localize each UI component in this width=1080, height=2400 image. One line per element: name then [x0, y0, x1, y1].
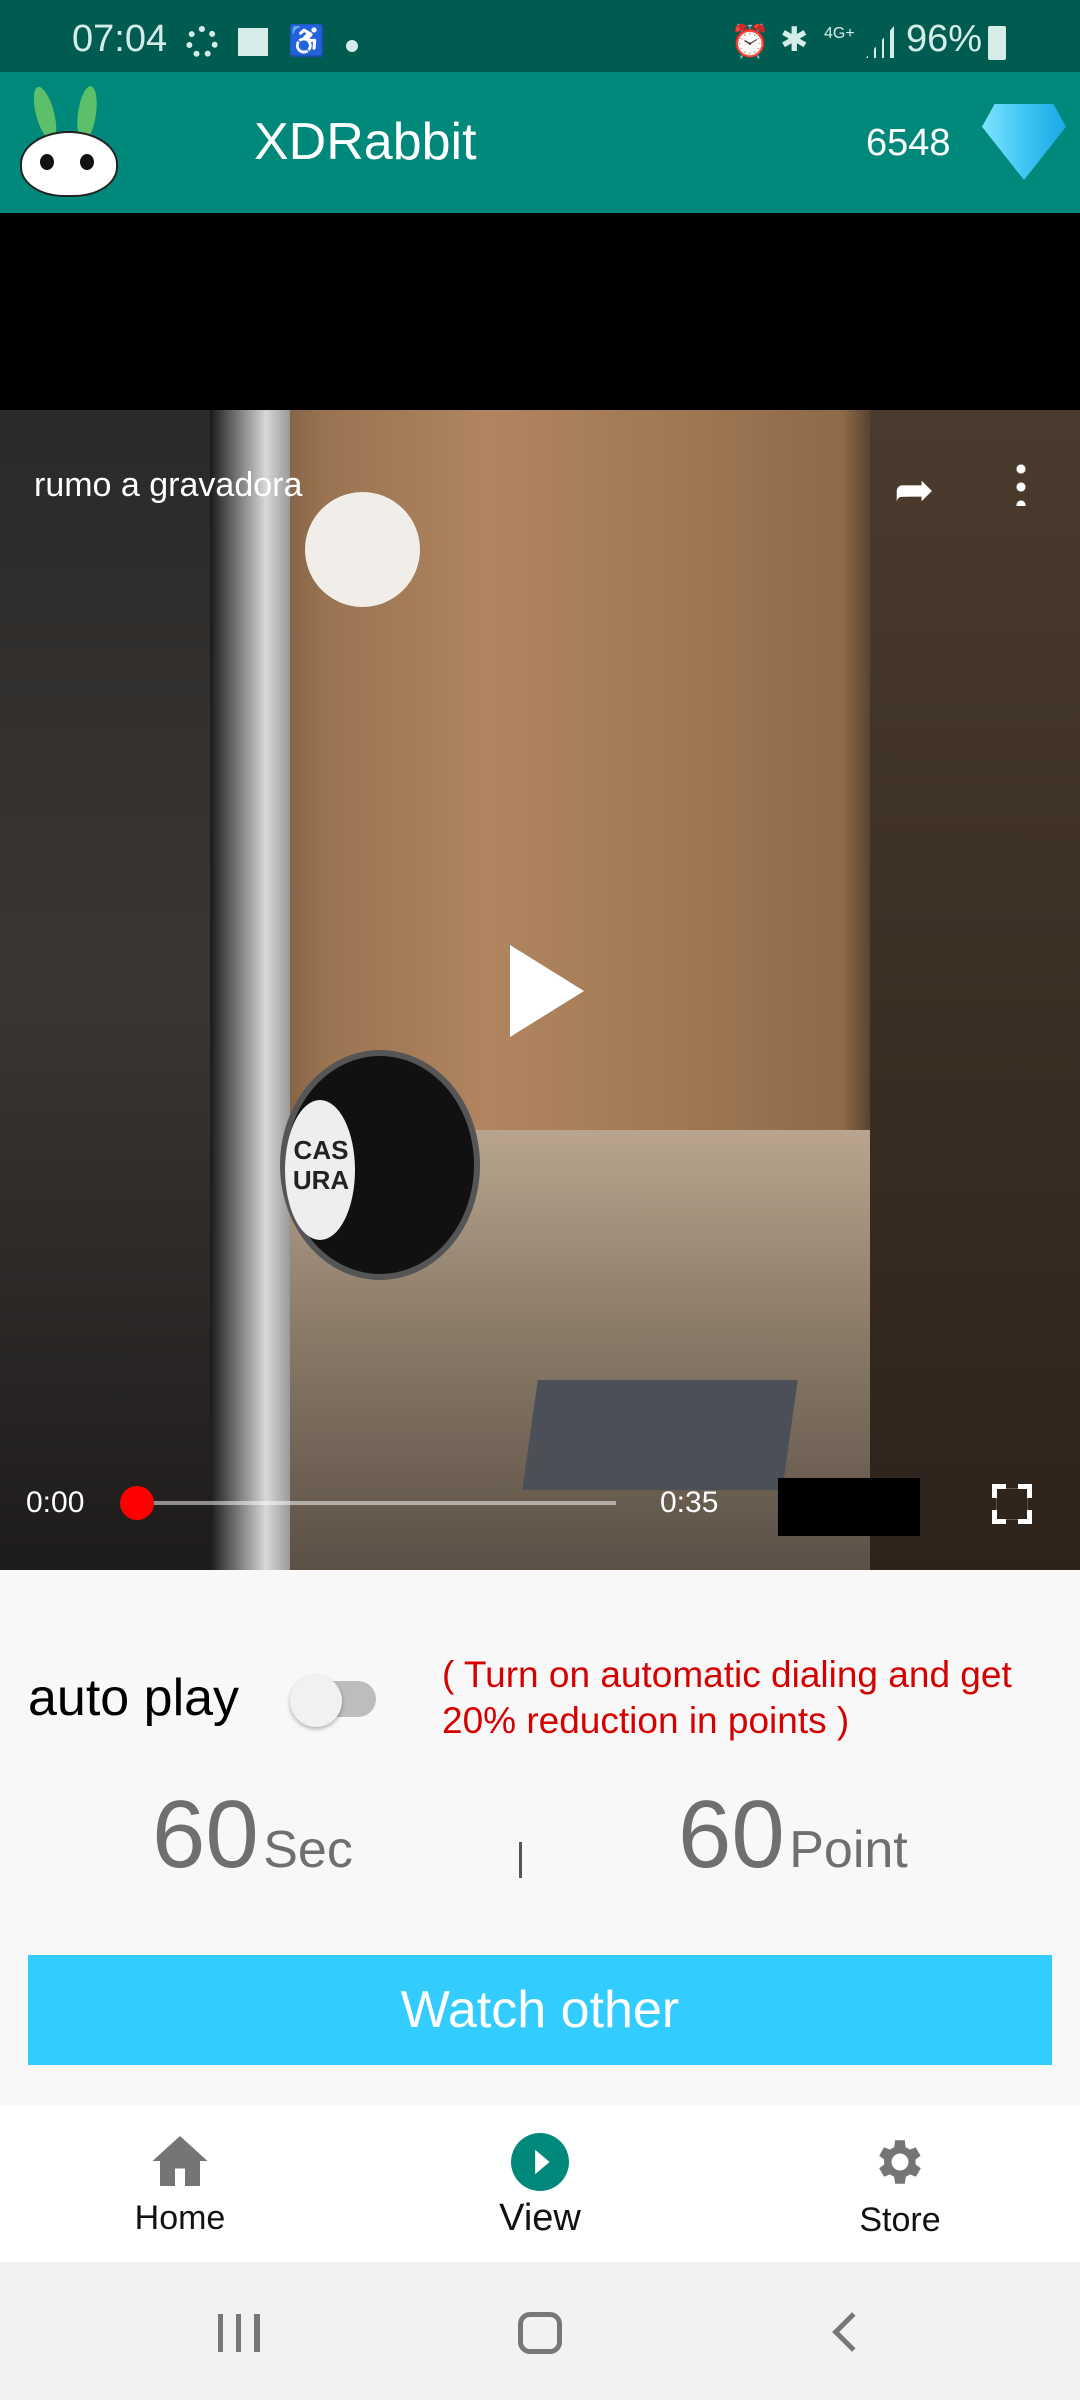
nav-home-label: Home — [134, 2199, 226, 2237]
alarm-icon: ⏰ — [730, 23, 770, 59]
seek-handle[interactable] — [120, 1486, 154, 1520]
points-balance: 6548 — [866, 122, 951, 164]
nav-view-label: View — [499, 2197, 581, 2239]
signal-icon — [866, 26, 894, 58]
play-icon[interactable] — [510, 945, 584, 1037]
video-frame-pillar — [210, 410, 290, 1570]
nav-store[interactable]: Store — [720, 2105, 1080, 2262]
bluetooth-icon: ✱ — [780, 21, 809, 59]
home-icon — [152, 2136, 208, 2186]
video-frame-left — [0, 410, 230, 1570]
auto-play-toggle[interactable] — [290, 1675, 384, 1727]
sync-icon — [186, 26, 218, 58]
points-stat: 60 Point — [678, 1780, 908, 1890]
home-nav-icon[interactable] — [518, 2312, 562, 2354]
system-nav-bar — [0, 2262, 1080, 2400]
seconds-unit: Sec — [263, 1821, 353, 1879]
share-icon[interactable]: ➦ — [894, 462, 934, 518]
video-title[interactable]: rumo a gravadora — [34, 466, 302, 505]
current-time: 0:00 — [26, 1486, 85, 1519]
nav-view[interactable]: View — [360, 2105, 720, 2262]
auto-play-label: auto play — [28, 1669, 240, 1727]
back-icon[interactable] — [832, 2312, 872, 2352]
duration: 0:35 — [660, 1486, 719, 1519]
auto-play-note: ( Turn on automatic dialing and get 20% … — [442, 1654, 1012, 1741]
video-overlay-box — [778, 1478, 920, 1536]
stat-divider — [519, 1842, 522, 1878]
image-icon — [238, 28, 268, 56]
app-bar: XDRabbit 6548 — [0, 72, 1080, 213]
battery-percent: 96% — [906, 18, 983, 60]
nav-home[interactable]: Home — [0, 2105, 360, 2262]
more-options-icon[interactable] — [1016, 460, 1026, 506]
app-title: XDRabbit — [254, 113, 477, 171]
video-letterbox — [0, 213, 1080, 410]
video-drum-text: CAS URA — [292, 1135, 350, 1195]
video-wall-logo — [305, 492, 420, 607]
seconds-stat: 60 Sec — [152, 1780, 353, 1890]
gear-icon — [879, 2140, 921, 2184]
accessibility-icon: ♿ — [288, 25, 326, 58]
network-type: 4G+ — [824, 25, 855, 42]
rabbit-logo — [18, 84, 126, 204]
play-circle-icon — [511, 2133, 569, 2191]
video-laptop — [522, 1380, 798, 1490]
dot-icon — [346, 40, 358, 52]
video-player[interactable]: CAS URA rumo a gravadora ➦ 0:00 0:35 — [0, 410, 1080, 1570]
video-frame-right — [870, 410, 1080, 1570]
seconds-value: 60 — [152, 1781, 259, 1888]
toggle-thumb — [290, 1675, 342, 1727]
status-bar: 07:04 ♿ ⏰ ✱ 4G+ 96% — [0, 0, 1080, 72]
status-time: 07:04 — [72, 18, 168, 60]
points-value: 60 — [678, 1781, 785, 1888]
battery-icon — [988, 26, 1006, 60]
seek-bar[interactable] — [136, 1501, 616, 1505]
watch-other-button[interactable]: Watch other — [28, 1955, 1052, 2065]
nav-store-label: Store — [859, 2201, 941, 2239]
recent-apps-icon[interactable] — [218, 2314, 260, 2352]
bottom-nav: Home View Store — [0, 2105, 1080, 2262]
fullscreen-icon[interactable] — [992, 1484, 1032, 1524]
diamond-icon[interactable] — [982, 104, 1066, 180]
points-unit: Point — [789, 1821, 908, 1879]
